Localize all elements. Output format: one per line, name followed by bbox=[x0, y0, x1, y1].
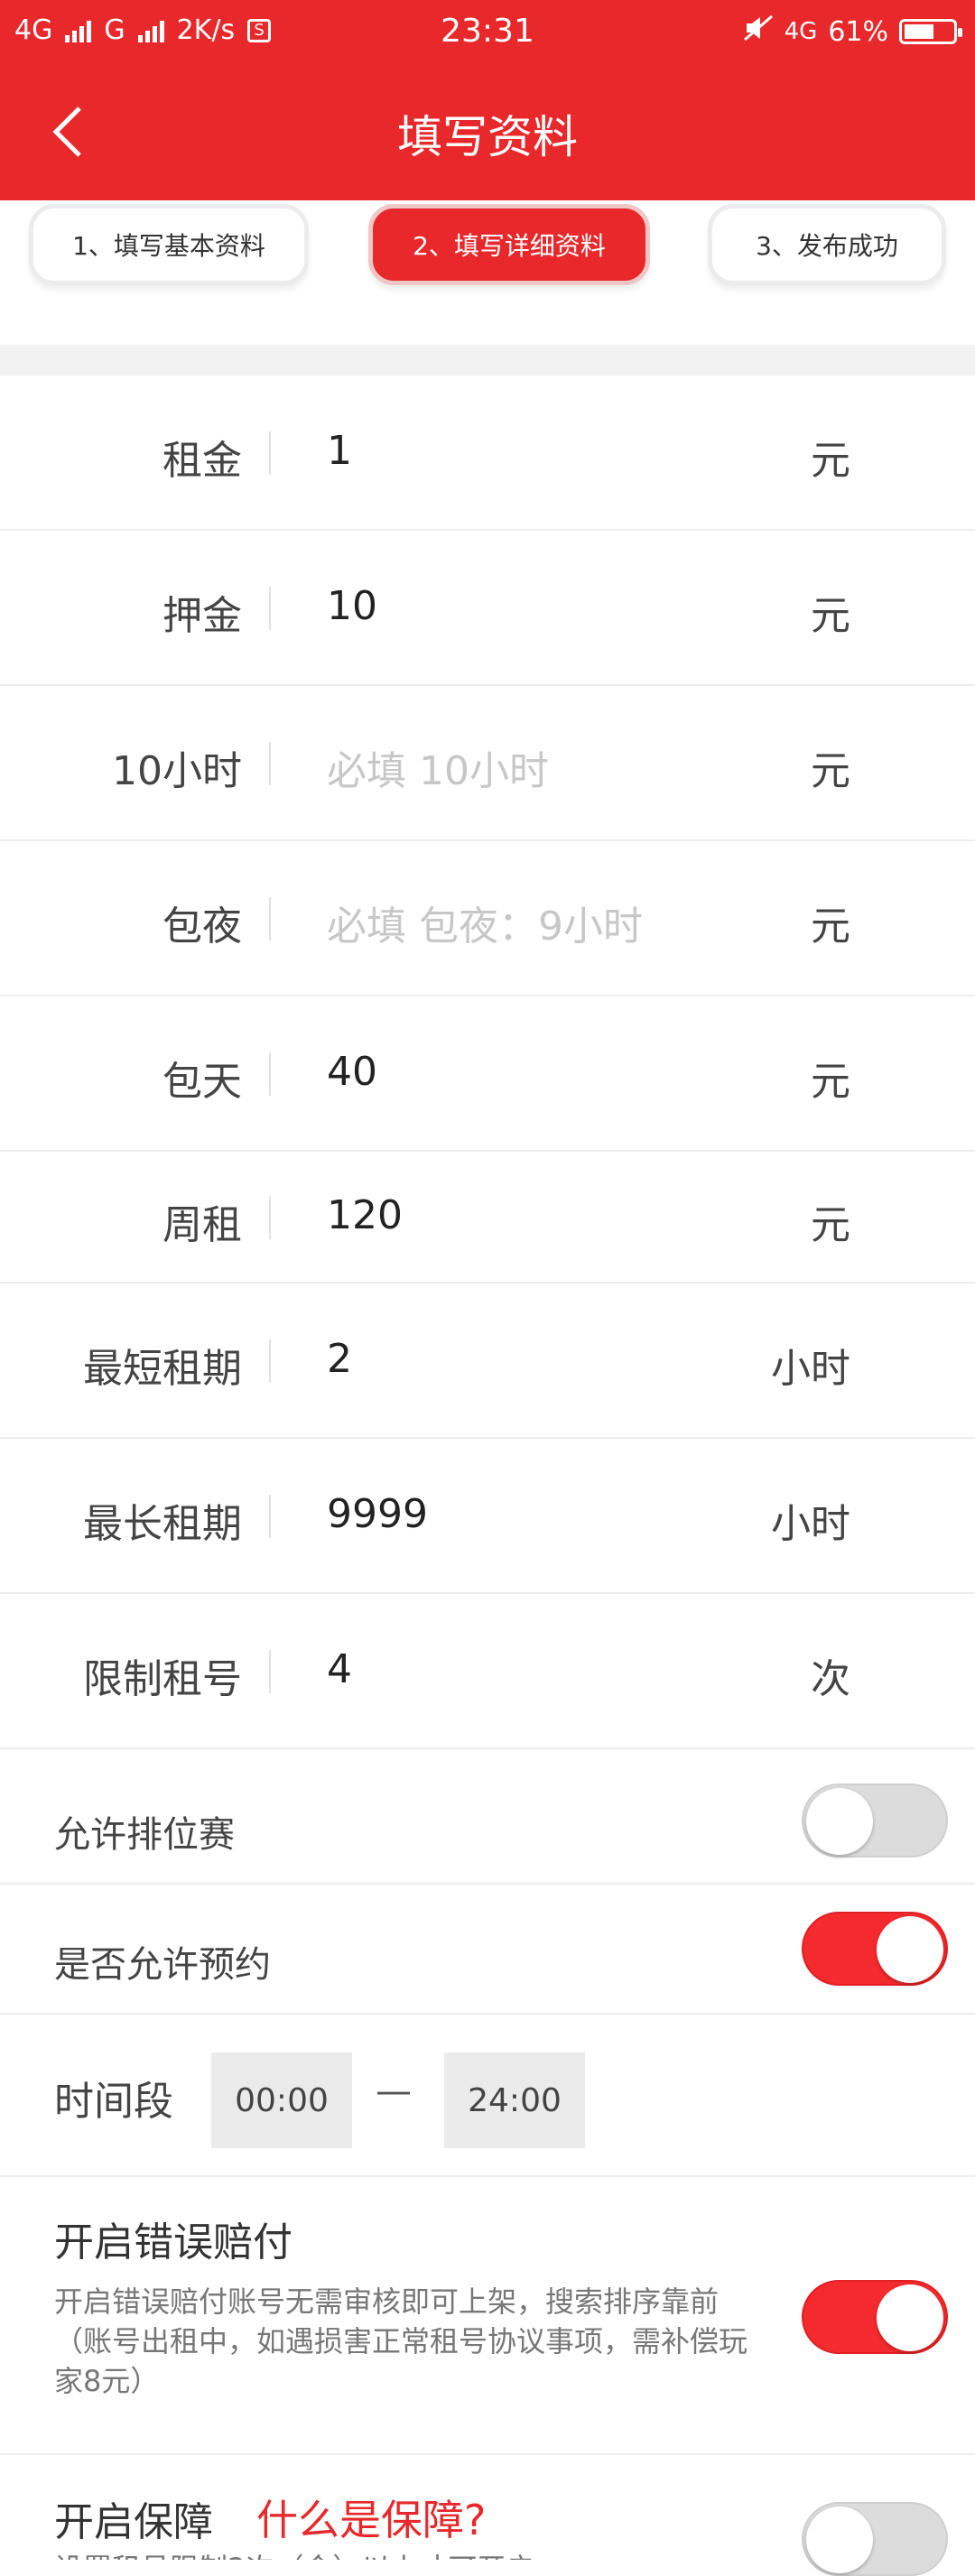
form-row-input[interactable]: 40 bbox=[327, 1049, 706, 1095]
step-indicator: 1、填写基本资料 2、填写详细资料 3、发布成功 bbox=[0, 200, 975, 345]
form-row-unit: 小时 bbox=[771, 1501, 850, 1547]
form-row: 10小时 必填 10小时 元 bbox=[0, 686, 975, 841]
guarantee-title: 开启保障 bbox=[54, 2499, 213, 2545]
form-row: 最短租期 2 小时 bbox=[0, 1283, 975, 1439]
form-row-label: 最短租期 bbox=[83, 1346, 242, 1392]
form-row-label: 限制租号 bbox=[83, 1656, 242, 1702]
form-row-label: 10小时 bbox=[112, 748, 242, 794]
form-row-unit: 次 bbox=[811, 1656, 850, 1702]
setting-time-slot: 时间段 00:00 — 24:00 bbox=[0, 2015, 975, 2177]
form-row-separator bbox=[269, 1196, 271, 1239]
form-row: 限制租号 4 次 bbox=[0, 1594, 975, 1749]
guarantee-toggle[interactable] bbox=[802, 2502, 948, 2576]
form-row-input-placeholder[interactable]: 必填 包夜：9小时 bbox=[327, 894, 706, 951]
form-row-separator bbox=[269, 742, 271, 785]
setting-guarantee: 开启保障 什么是保障? 设置租号限制2次（含）以上才可开启 bbox=[0, 2455, 975, 2576]
form-row-unit: 元 bbox=[811, 1202, 850, 1248]
form-row: 包夜 必填 包夜：9小时 元 bbox=[0, 841, 975, 996]
toggle-knob bbox=[877, 1916, 943, 1983]
form-row-input[interactable]: 1 bbox=[327, 428, 706, 474]
form-row-separator bbox=[269, 1052, 271, 1096]
end-time-picker[interactable]: 24:00 bbox=[444, 2052, 585, 2148]
form-row-separator bbox=[269, 1339, 271, 1383]
form-row-input[interactable]: 2 bbox=[327, 1336, 706, 1382]
setting-allow-reserve: 是否允许预约 bbox=[0, 1885, 975, 2015]
network-type-3: 4G bbox=[784, 18, 818, 45]
setting-allow-ranked: 允许排位赛 bbox=[0, 1755, 975, 1885]
form-row-input[interactable]: 9999 bbox=[327, 1491, 706, 1537]
form-row-separator bbox=[269, 1495, 271, 1538]
section-divider bbox=[0, 345, 975, 375]
what-is-guarantee-link[interactable]: 什么是保障? bbox=[256, 2488, 486, 2547]
time-range-dash: — bbox=[376, 2071, 412, 2112]
time-slot-label: 时间段 bbox=[54, 2079, 173, 2125]
form-row-unit: 元 bbox=[811, 593, 850, 639]
mute-icon bbox=[743, 14, 774, 49]
form-row-input-placeholder[interactable]: 必填 10小时 bbox=[327, 738, 706, 796]
form-row: 包天 40 元 bbox=[0, 996, 975, 1152]
setting-error-compensation: 开启错误赔付 开启错误赔付账号无需审核即可上架，搜索排序靠前（账号出租中，如遇损… bbox=[0, 2177, 975, 2455]
form-row-unit: 元 bbox=[811, 438, 850, 484]
compensation-description: 开启错误赔付账号无需审核即可上架，搜索排序靠前（账号出租中，如遇损害正常租号协议… bbox=[54, 2284, 748, 2398]
form-row: 租金 1 元 bbox=[0, 375, 975, 531]
allow-reserve-toggle[interactable] bbox=[802, 1912, 948, 1986]
compensation-toggle[interactable] bbox=[802, 2280, 948, 2354]
status-right: 4G 61% bbox=[743, 14, 962, 49]
compensation-title: 开启错误赔付 bbox=[54, 2219, 292, 2266]
form-row-separator bbox=[269, 587, 271, 630]
step-publish-success[interactable]: 3、发布成功 bbox=[708, 204, 946, 285]
battery-icon bbox=[899, 19, 962, 44]
step-detail-info[interactable]: 2、填写详细资料 bbox=[368, 204, 650, 285]
form-row-unit: 元 bbox=[811, 748, 850, 794]
form-row-input[interactable]: 120 bbox=[327, 1192, 706, 1238]
form-row-input[interactable]: 4 bbox=[327, 1646, 706, 1692]
guarantee-description: 设置租号限制2次（含）以上才可开启 bbox=[54, 2549, 749, 2560]
battery-percent: 61% bbox=[828, 15, 888, 48]
form-row-label: 包夜 bbox=[162, 903, 242, 950]
toggle-knob bbox=[806, 2507, 873, 2573]
toggle-knob bbox=[877, 2284, 943, 2351]
form-row-label: 租金 bbox=[162, 438, 242, 484]
form-row: 押金 10 元 bbox=[0, 531, 975, 686]
form-row-unit: 元 bbox=[811, 1059, 850, 1105]
form-row: 最长租期 9999 小时 bbox=[0, 1439, 975, 1594]
step-basic-info[interactable]: 1、填写基本资料 bbox=[29, 204, 309, 285]
form-row-label: 周租 bbox=[162, 1202, 242, 1248]
allow-ranked-label: 允许排位赛 bbox=[54, 1814, 235, 1856]
battery-level bbox=[905, 24, 933, 39]
status-bar: 4G G 2K/s S 23:31 4G 61% bbox=[0, 0, 975, 67]
form-row-label: 押金 bbox=[162, 593, 242, 639]
form-row-input[interactable]: 10 bbox=[327, 583, 706, 629]
form-row-unit: 小时 bbox=[771, 1346, 850, 1392]
form-row-separator bbox=[269, 1650, 271, 1693]
form-row: 周租 120 元 bbox=[0, 1152, 975, 1283]
toggle-knob bbox=[806, 1788, 873, 1855]
form-row-separator bbox=[269, 431, 271, 475]
form-row-label: 最长租期 bbox=[83, 1501, 242, 1547]
form-row-separator bbox=[269, 897, 271, 941]
page-title: 填写资料 bbox=[397, 111, 578, 163]
nav-bar: 填写资料 bbox=[0, 67, 975, 200]
allow-reserve-label: 是否允许预约 bbox=[54, 1944, 271, 1986]
form-row-unit: 元 bbox=[811, 903, 850, 950]
start-time-picker[interactable]: 00:00 bbox=[211, 2052, 352, 2148]
allow-ranked-toggle[interactable] bbox=[802, 1784, 948, 1858]
form-row-label: 包天 bbox=[162, 1059, 242, 1105]
